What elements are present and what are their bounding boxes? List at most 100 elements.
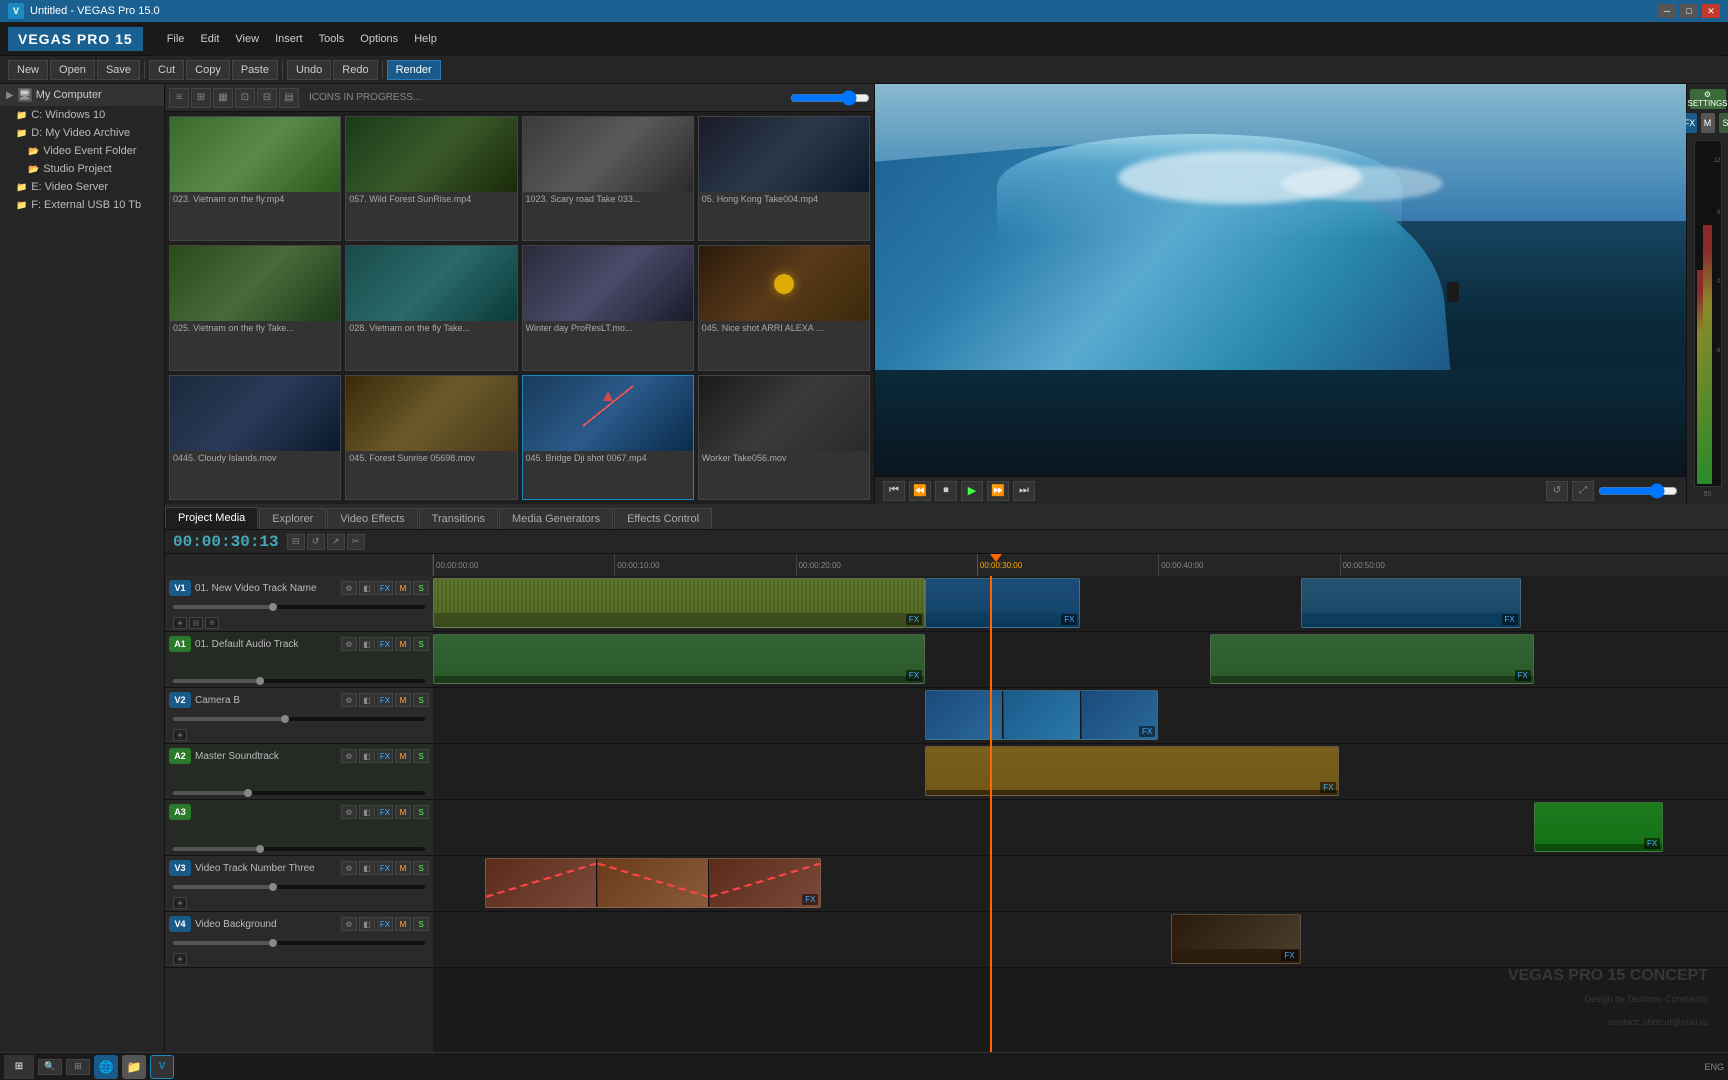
- timeline-loop[interactable]: ↺: [307, 534, 325, 550]
- menu-view[interactable]: View: [227, 31, 267, 47]
- track-fx-v4[interactable]: FX: [377, 917, 393, 931]
- media-thumb-8[interactable]: 045. Nice shot ARRI ALEXA ...: [698, 245, 870, 370]
- media-thumb-6[interactable]: 028. Vietnam on the fly Take...: [345, 245, 517, 370]
- clip-v1-1[interactable]: FX: [433, 578, 925, 628]
- sidebar-my-computer[interactable]: ▶ 🖥 My Computer: [0, 84, 164, 106]
- track-comp-a1[interactable]: ◧: [359, 637, 375, 651]
- media-thumb-11[interactable]: 045. Bridge Dji shot 0067.mp4: [522, 375, 694, 500]
- taskbar-search[interactable]: 🔍: [38, 1059, 62, 1075]
- sidebar-drive-d[interactable]: 📁 D: My Video Archive: [0, 124, 164, 142]
- timeline-cut[interactable]: ✂: [347, 534, 365, 550]
- media-thumb-2[interactable]: 057. Wild Forest SunRise.mp4: [345, 116, 517, 241]
- track-m-v3[interactable]: M: [395, 861, 411, 875]
- preview-fullscreen[interactable]: ⤢: [1572, 481, 1594, 501]
- track-s-a3[interactable]: S: [413, 805, 429, 819]
- m-button[interactable]: M: [1701, 113, 1715, 133]
- taskbar-vegas[interactable]: V: [150, 1055, 174, 1079]
- taskbar-browser[interactable]: 🌐: [94, 1055, 118, 1079]
- track-volume-v1[interactable]: [173, 605, 425, 609]
- sidebar-drive-c[interactable]: 📁 C: Windows 10: [0, 106, 164, 124]
- media-grid-view[interactable]: ⊞: [191, 88, 211, 108]
- track-fx-a1[interactable]: FX: [377, 637, 393, 651]
- track-comp-a3[interactable]: ◧: [359, 805, 375, 819]
- menu-tools[interactable]: Tools: [311, 31, 353, 47]
- track-s-v3[interactable]: S: [413, 861, 429, 875]
- sidebar-drive-e[interactable]: 📁 E: Video Server: [0, 178, 164, 196]
- menu-file[interactable]: File: [159, 31, 193, 47]
- track-volume-v3[interactable]: [173, 885, 425, 889]
- preview-forward[interactable]: ⏩: [987, 481, 1009, 501]
- tab-video-effects[interactable]: Video Effects: [327, 508, 417, 529]
- maximize-button[interactable]: □: [1680, 4, 1698, 18]
- track-settings-v1[interactable]: ⚙: [341, 581, 357, 595]
- menu-help[interactable]: Help: [406, 31, 445, 47]
- paste-button[interactable]: Paste: [232, 60, 278, 80]
- media-detail-view[interactable]: ▦: [213, 88, 233, 108]
- track-settings-a3[interactable]: ⚙: [341, 805, 357, 819]
- minimize-button[interactable]: ─: [1658, 4, 1676, 18]
- undo-button[interactable]: Undo: [287, 60, 331, 80]
- menu-edit[interactable]: Edit: [192, 31, 227, 47]
- track-btn-v1-2[interactable]: ▤: [189, 617, 203, 629]
- sidebar-drive-f[interactable]: 📁 F: External USB 10 Tb: [0, 196, 164, 214]
- clip-v1-3[interactable]: FX: [1301, 578, 1521, 628]
- timeline-snap[interactable]: ⊟: [287, 534, 305, 550]
- preview-play[interactable]: ▶: [961, 481, 983, 501]
- clip-a1-1[interactable]: FX: [433, 634, 925, 684]
- track-fx-v1[interactable]: FX: [377, 581, 393, 595]
- s-button[interactable]: S: [1719, 113, 1728, 133]
- render-button[interactable]: Render: [387, 60, 441, 80]
- media-thumb-9[interactable]: 0445. Cloudy Islands.mov: [169, 375, 341, 500]
- track-s-v1[interactable]: S: [413, 581, 429, 595]
- track-m-a1[interactable]: M: [395, 637, 411, 651]
- track-settings-a2[interactable]: ⚙: [341, 749, 357, 763]
- track-comp-v4[interactable]: ◧: [359, 917, 375, 931]
- track-btn-v3-1[interactable]: ◈: [173, 897, 187, 909]
- track-m-a2[interactable]: M: [395, 749, 411, 763]
- tab-media-generators[interactable]: Media Generators: [499, 508, 613, 529]
- clip-v2-1[interactable]: FX: [925, 690, 1158, 740]
- track-btn-v2-1[interactable]: ◈: [173, 729, 187, 741]
- track-m-v4[interactable]: M: [395, 917, 411, 931]
- track-volume-v4[interactable]: [173, 941, 425, 945]
- timeline-select[interactable]: ↗: [327, 534, 345, 550]
- cut-button[interactable]: Cut: [149, 60, 184, 80]
- clip-a1-2[interactable]: FX: [1210, 634, 1534, 684]
- tab-effects-control[interactable]: Effects Control: [614, 508, 712, 529]
- media-thumb-5[interactable]: 025. Vietnam on the fly Take...: [169, 245, 341, 370]
- media-thumb-1[interactable]: 023. Vietnam on the fly.mp4: [169, 116, 341, 241]
- track-s-a1[interactable]: S: [413, 637, 429, 651]
- track-s-v4[interactable]: S: [413, 917, 429, 931]
- track-volume-a2[interactable]: [173, 791, 425, 795]
- clip-v4-1[interactable]: FX: [1171, 914, 1301, 964]
- media-filter[interactable]: ▤: [279, 88, 299, 108]
- track-settings-v3[interactable]: ⚙: [341, 861, 357, 875]
- track-fx-v3[interactable]: FX: [377, 861, 393, 875]
- media-zoom-slider[interactable]: [790, 90, 870, 106]
- clip-a3-1[interactable]: FX: [1534, 802, 1664, 852]
- track-volume-a3[interactable]: [173, 847, 425, 851]
- copy-button[interactable]: Copy: [186, 60, 230, 80]
- preview-rewind[interactable]: ⏪: [909, 481, 931, 501]
- track-m-a3[interactable]: M: [395, 805, 411, 819]
- clip-v3-1[interactable]: FX: [485, 858, 822, 908]
- track-fx-a3[interactable]: FX: [377, 805, 393, 819]
- settings-button[interactable]: ⚙ SETTINGS: [1690, 89, 1726, 109]
- close-button[interactable]: ✕: [1702, 4, 1720, 18]
- tab-project-media[interactable]: Project Media: [165, 507, 258, 529]
- clip-a2-1[interactable]: FX: [925, 746, 1339, 796]
- media-large-view[interactable]: ⊡: [235, 88, 255, 108]
- track-settings-v2[interactable]: ⚙: [341, 693, 357, 707]
- new-button[interactable]: New: [8, 60, 48, 80]
- track-m-v1[interactable]: M: [395, 581, 411, 595]
- track-btn-v1-3[interactable]: ⊕: [205, 617, 219, 629]
- tab-transitions[interactable]: Transitions: [419, 508, 498, 529]
- media-list-view[interactable]: ≡: [169, 88, 189, 108]
- media-thumb-10[interactable]: 045. Forest Sunrise 05698.mov: [345, 375, 517, 500]
- track-volume-v2[interactable]: [173, 717, 425, 721]
- track-fx-a2[interactable]: FX: [377, 749, 393, 763]
- track-m-v2[interactable]: M: [395, 693, 411, 707]
- track-fx-v2[interactable]: FX: [377, 693, 393, 707]
- open-button[interactable]: Open: [50, 60, 95, 80]
- track-volume-a1[interactable]: [173, 679, 425, 683]
